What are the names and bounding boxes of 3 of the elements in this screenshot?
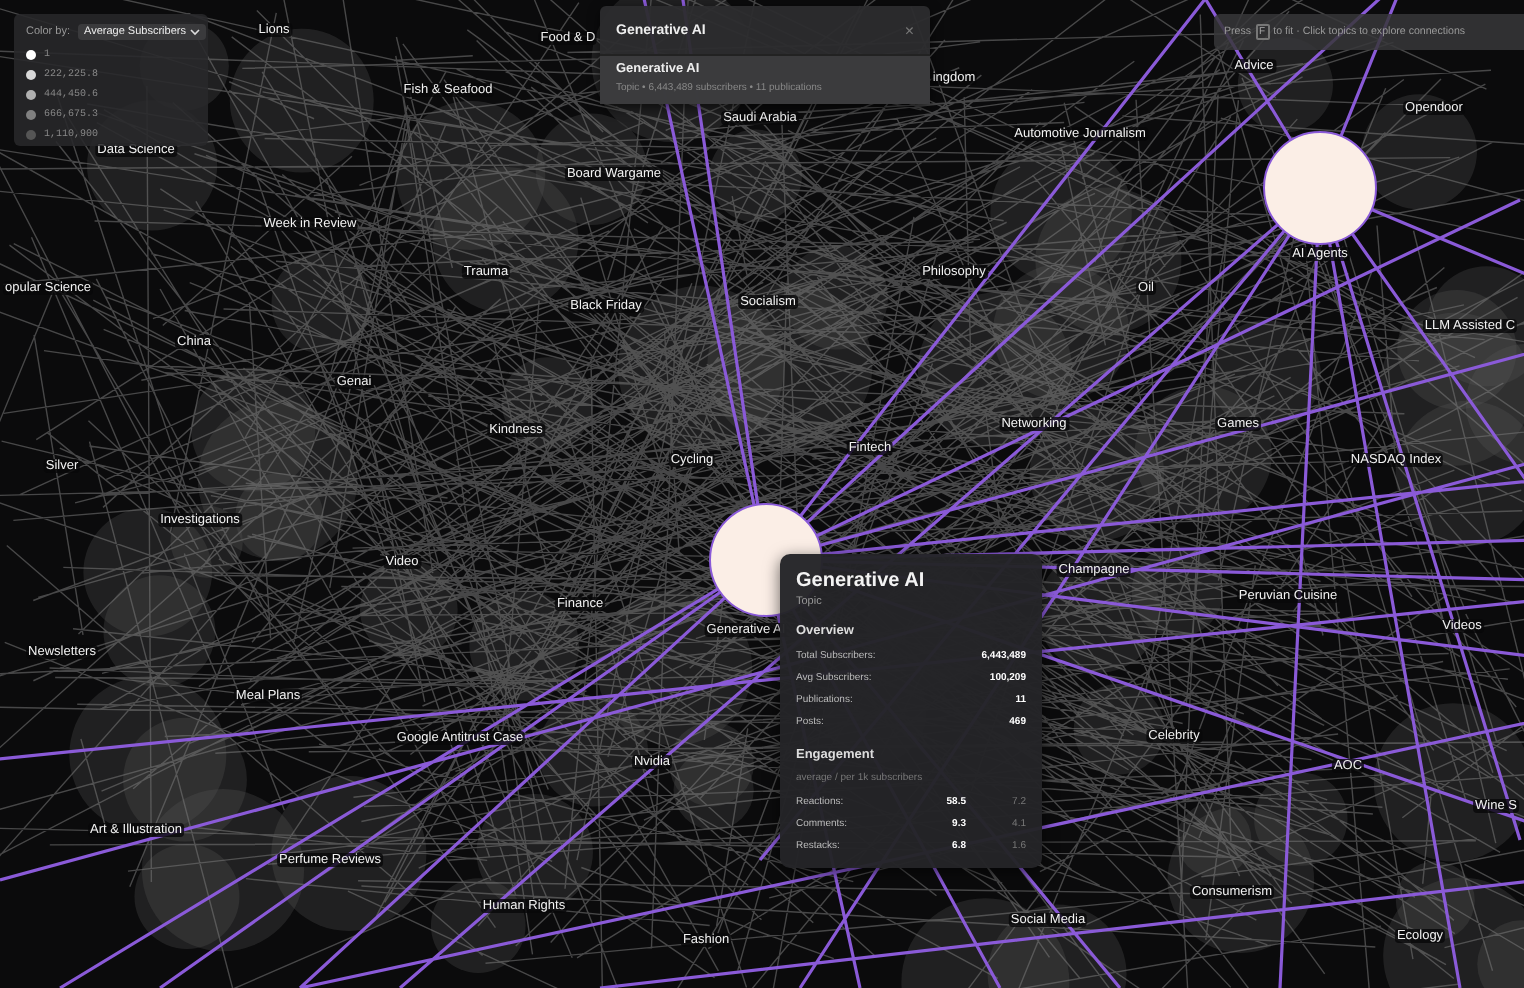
chevron-down-icon (189, 28, 200, 36)
tooltip-title: Generative AI (796, 570, 927, 592)
topic-node[interactable] (1263, 131, 1377, 245)
